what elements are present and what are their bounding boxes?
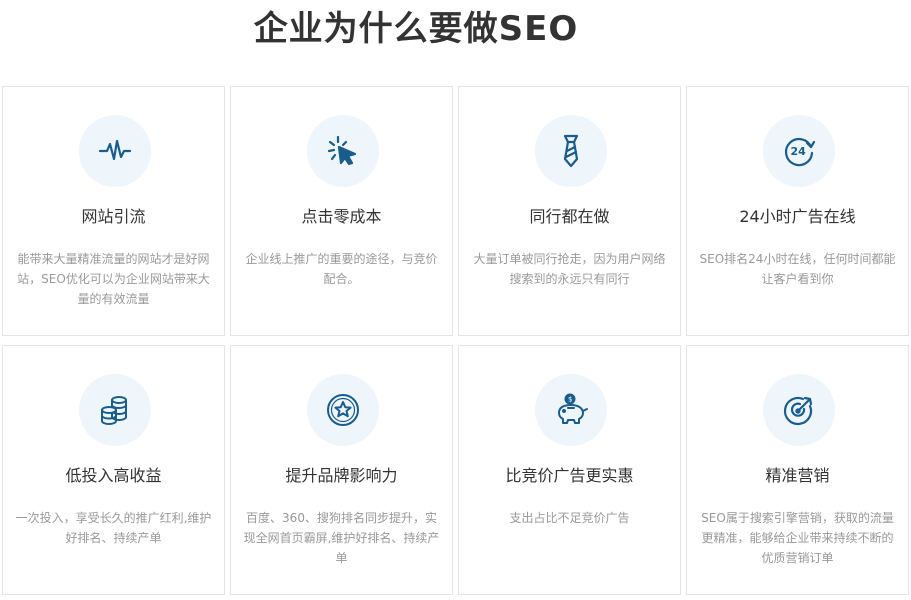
feature-card-title: 精准营销 [765, 466, 830, 485]
feature-card-title: 网站引流 [81, 207, 146, 226]
feature-card-desc: 企业线上推广的重要的途径，与竞价配合。 [245, 252, 438, 286]
necktie-icon [535, 115, 607, 187]
feature-card-desc: 大量订单被同行抢走，因为用户网络搜索到的永远只有同行 [473, 252, 666, 286]
feature-card-desc: SEO属于搜索引擎营销，获取的流量更精准，能够给企业带来持续不断的优质营销订单 [701, 511, 894, 565]
feature-card-desc: 百度、360、搜狗排名同步提升，实现全网首页霸屏,维护好排名、持续产单 [243, 511, 440, 565]
feature-grid: 网站引流 能带来大量精准流量的网站才是好网站，SEO优化可以为企业网站带来大量的… [2, 86, 909, 595]
piggy-bank-icon: $ [535, 374, 607, 446]
feature-card-title: 提升品牌影响力 [285, 466, 398, 485]
feature-card-desc: 一次投入，享受长久的推广红利,维护好排名、持续产单 [15, 511, 212, 545]
pulse-icon [79, 115, 151, 187]
feature-card-24h: 24 24小时广告在线 SEO排名24小时在线，任何时间都能让客户看到你 [686, 86, 909, 336]
star-badge-icon [307, 374, 379, 446]
feature-card-title: 点击零成本 [301, 207, 382, 226]
feature-card-competitors: 同行都在做 大量订单被同行抢走，因为用户网络搜索到的永远只有同行 [458, 86, 681, 336]
feature-card-low-cost: 低投入高收益 一次投入，享受长久的推广红利,维护好排名、持续产单 [2, 345, 225, 595]
click-cursor-icon [307, 115, 379, 187]
feature-card-precise: 精准营销 SEO属于搜索引擎营销，获取的流量更精准，能够给企业带来持续不断的优质… [686, 345, 909, 595]
feature-card-brand: 提升品牌影响力 百度、360、搜狗排名同步提升，实现全网首页霸屏,维护好排名、持… [230, 345, 453, 595]
target-icon [763, 374, 835, 446]
feature-card-title: 比竞价广告更实惠 [505, 466, 634, 485]
page-title: 企业为什么要做SEO [253, 9, 579, 49]
feature-card-zero-cost: 点击零成本 企业线上推广的重要的途径，与竞价配合。 [230, 86, 453, 336]
feature-card-title: 24小时广告在线 [739, 207, 856, 226]
feature-card-traffic: 网站引流 能带来大量精准流量的网站才是好网站，SEO优化可以为企业网站带来大量的… [2, 86, 225, 336]
page: 企业为什么要做SEO 网站引流 能带来大量精准流量的网站才是好网站，SEO优化可… [0, 0, 911, 600]
feature-card-cheaper: $ 比竞价广告更实惠 支出占比不足竞价广告 [458, 345, 681, 595]
coin-stack-icon [79, 374, 151, 446]
feature-card-title: 低投入高收益 [65, 466, 162, 485]
feature-card-desc: SEO排名24小时在线，任何时间都能让客户看到你 [699, 252, 896, 286]
svg-text:24: 24 [791, 145, 807, 158]
feature-card-title: 同行都在做 [529, 207, 610, 226]
clock-24-icon: 24 [763, 115, 835, 187]
feature-card-desc: 支出占比不足竞价广告 [509, 511, 630, 525]
svg-text:$: $ [568, 396, 572, 404]
feature-card-desc: 能带来大量精准流量的网站才是好网站，SEO优化可以为企业网站带来大量的有效流量 [17, 252, 210, 306]
